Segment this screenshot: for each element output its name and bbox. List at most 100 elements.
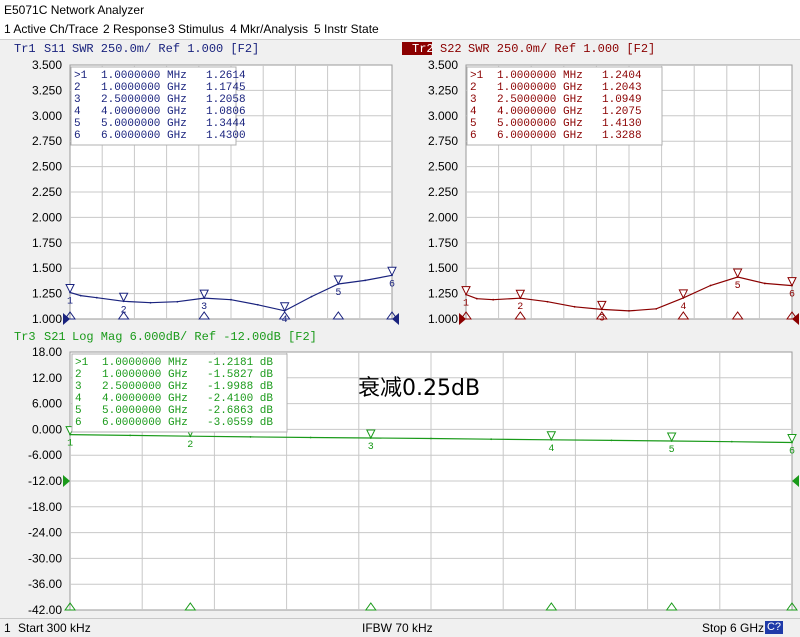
chart-tr2-trace-label: Tr2 [412,42,434,56]
chart-tr2-data-point [475,297,478,300]
chart-tr2-y-tick-label: 2.500 [428,160,458,174]
chart-tr1-marker-value: 1.4300 [206,130,246,142]
chart-tr1-y-tick-label: 2.500 [32,160,62,174]
chart-tr3-y-tick-label: -42.00 [28,603,62,617]
chart-tr2-marker-value: 1.2404 [602,70,642,82]
chart-tr2-marker-frequency: 2.5000000 GHz [497,94,583,106]
chart-tr1-data-point [364,279,367,282]
chart-tr2-header-label: S22 [440,42,462,56]
chart-tr1-marker-value: 1.1745 [206,82,246,94]
chart-tr2-y-tick-label: 1.500 [428,261,458,275]
chart-tr3-marker-label: 4 [548,444,554,455]
if-bandwidth: IFBW 70 kHz [362,621,433,635]
chart-tr2-marker-id: >1 [470,70,484,82]
start-frequency: Start 300 kHz [18,621,91,635]
chart-tr3-data-point [730,440,733,443]
chart-tr1-marker-label: 4 [282,315,288,326]
chart-tr1-data-point [149,301,152,304]
chart-tr3-marker-value: -1.9988 dB [207,381,273,393]
chart-tr3-marker-label: 1 [67,439,73,450]
chart-tr3-marker-frequency: 6.0000000 GHz [102,417,188,429]
chart-tr2-marker-id: 6 [470,130,477,142]
chart-tr1-reference-arrow-left [63,313,70,325]
chart-tr1-marker-id: 2 [74,82,81,94]
chart-tr2-marker-label: 5 [735,281,741,292]
chart-tr1-data-point [256,303,259,306]
channel-number: 1 [4,621,11,635]
chart-tr3-marker-id: 6 [75,417,82,429]
chart-tr3-y-tick-label: 6.000 [32,397,62,411]
chart-tr1-marker-label: 6 [389,279,395,290]
chart-tr1-marker-frequency: 1.0000000 GHz [101,82,187,94]
chart-tr1-y-tick-label: 3.500 [32,58,62,72]
chart-tr2-data-point [709,284,712,287]
chart-tr1-y-tick-label: 1.750 [32,236,62,250]
chart-tr1-marker-label: 5 [335,288,341,299]
chart-tr2-y-tick-label: 1.750 [428,236,458,250]
chart-tr2-y-tick-label: 3.250 [428,83,458,97]
chart-tr3-y-tick-label: 18.00 [32,345,62,359]
chart-tr3-marker-frequency: 1.0000000 GHz [102,369,188,381]
chart-tr3-data-point [430,437,432,440]
chart-tr3-marker-value: -1.5827 dB [207,369,273,381]
chart-tr1-marker-id: >1 [74,70,88,82]
chart-tr1-data-point [310,295,313,298]
chart-tr1-data-point [95,296,98,299]
chart-tr1-header-label: Tr1 [14,42,36,56]
chart-tr3-y-tick-label: -30.00 [28,551,62,565]
calibration-status-badge[interactable]: C? [765,621,783,634]
chart-tr2-marker-value: 1.4130 [602,118,642,130]
chart-tr1-y-tick-label: 1.250 [32,287,62,301]
chart-tr3-y-tick-label: -6.000 [28,448,62,462]
chart-tr1-y-tick-label: 2.250 [32,185,62,199]
chart-tr2-format: SWR 250.0m/ Ref 1.000 [F2] [468,42,655,56]
chart-tr1-y-tick-label: 1.500 [32,261,62,275]
annotation-text: 衰减0.25dB [358,376,480,401]
chart-tr2-marker-value: 1.3288 [602,130,642,142]
chart-tr2-marker-id: 3 [470,94,477,106]
chart-tr1-marker-frequency: 4.0000000 GHz [101,106,187,118]
chart-tr2-marker-frequency: 5.0000000 GHz [497,118,583,130]
chart-tr3-marker-label: 3 [368,442,374,453]
chart-tr1-y-tick-label: 2.000 [32,210,62,224]
chart-tr2-y-tick-label: 3.000 [428,109,458,123]
chart-tr2-y-tick-label: 3.500 [428,58,458,72]
chart-tr1-marker-label: 1 [67,296,73,307]
trace-display: 3.500 3.250 3.000 2.750 2.500 2.250 2.000 1.750… [14,42,799,617]
chart-tr3-marker-label: 5 [669,445,675,456]
chart-tr1-marker-value: 1.3444 [206,118,246,130]
chart-tr3-header-label: Tr3 [14,330,36,344]
chart-tr2-marker-value: 1.2075 [602,106,642,118]
chart-tr3-marker-id: >1 [75,357,89,369]
chart-tr3-marker-id: 5 [75,405,82,417]
chart-tr3-marker-frequency: 2.5000000 GHz [102,381,188,393]
chart-tr1-data-point [230,298,232,301]
chart-tr2-y-tick-label: 2.000 [428,210,458,224]
chart-tr2-data-point [573,305,576,308]
stop-frequency: Stop 6 GHz [702,621,765,635]
chart-tr2-marker-frequency: 4.0000000 GHz [497,106,583,118]
chart-tr2-marker-value: 1.0949 [602,94,642,106]
chart-tr1-marker-value: 1.2614 [206,70,246,82]
chart-tr3-y-tick-label: -36.00 [28,577,62,591]
chart-tr3-marker-label: 2 [187,440,193,451]
chart-tr3-y-tick-label: -24.00 [28,526,62,540]
chart-tr1-format: SWR 250.0m/ Ref 1.000 [F2] [72,42,259,56]
chart-tr1-marker-value: 1.0806 [206,106,246,118]
chart-tr1-reference-arrow-right [392,313,399,325]
chart-tr3-y-tick-label: 0.000 [32,422,62,436]
chart-tr1-marker-id: 6 [74,130,81,142]
chart-tr3-reference-arrow-left [63,475,70,487]
chart-tr2-marker-id: 5 [470,118,477,130]
chart-tr2-y-tick-label: 2.250 [428,185,458,199]
chart-tr2-marker-label: 6 [789,290,795,301]
chart-tr2-y-tick-label: 1.000 [428,312,458,326]
chart-tr2-y-tick-label: 2.750 [428,134,458,148]
chart-tr3-data-point [129,434,132,437]
chart-tr3-reference-arrow-right [792,475,799,487]
chart-tr3-data-point [610,439,613,442]
chart-tr2-data-point [628,309,630,312]
chart-tr1-y-tick-label: 3.000 [32,109,62,123]
chart-tr3-marker-value: -2.6863 dB [207,405,273,417]
chart-tr2-data-point [492,298,495,301]
